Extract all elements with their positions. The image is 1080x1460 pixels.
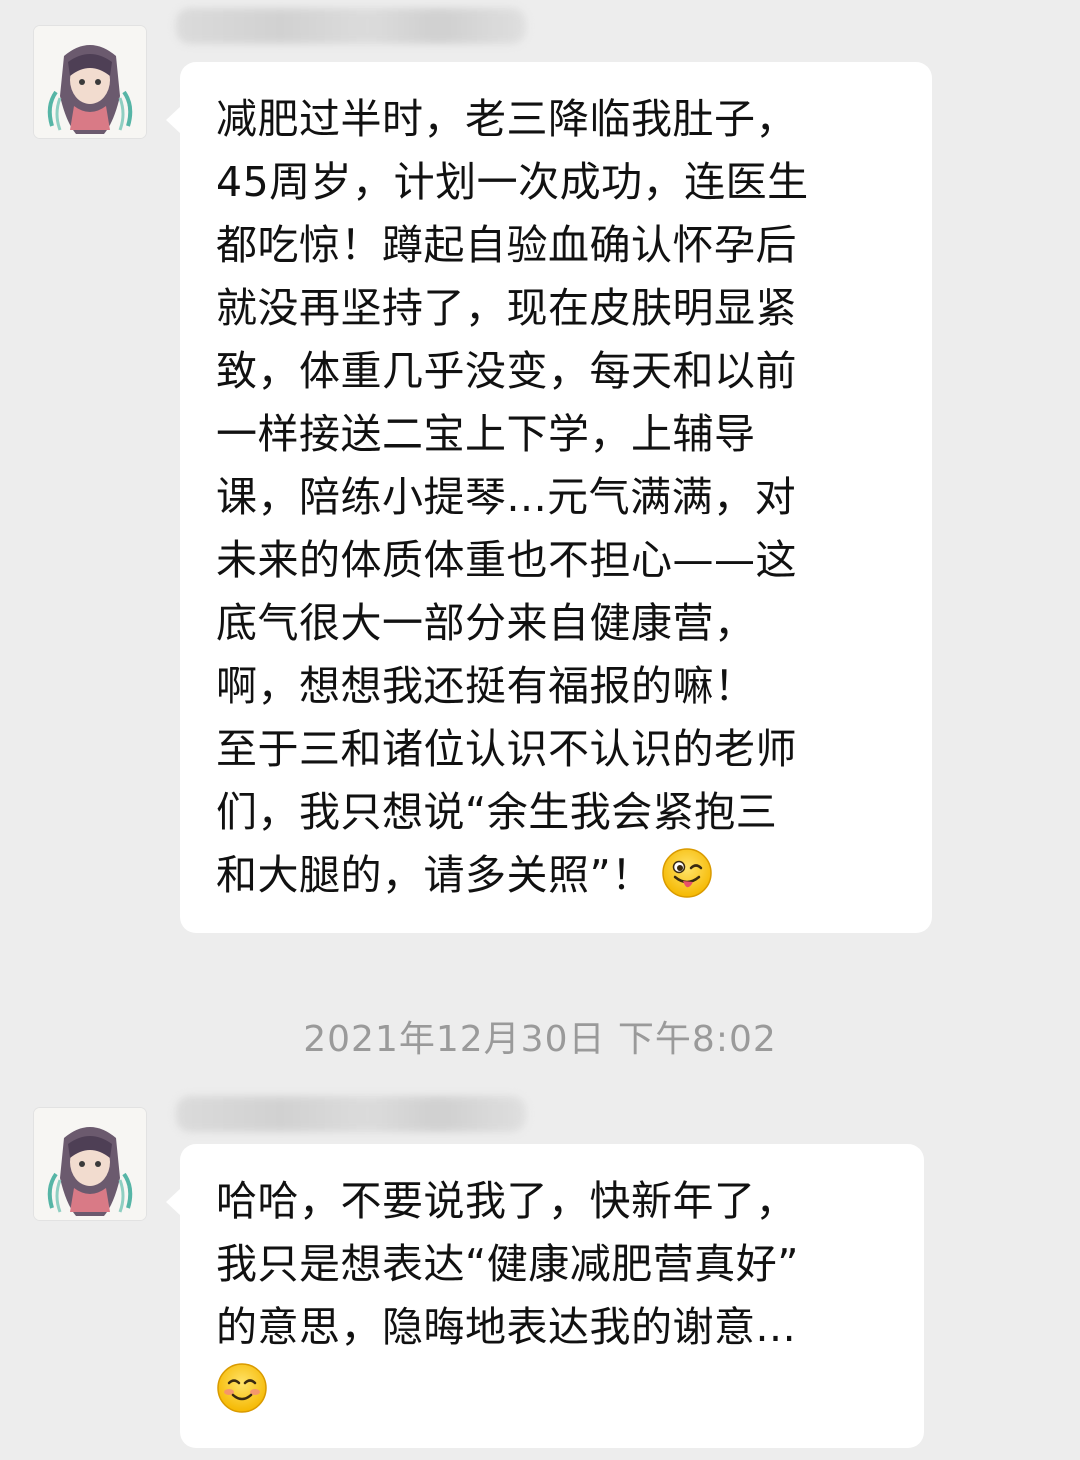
sender-avatar[interactable] (34, 26, 146, 138)
avatar-anime-girl-icon (34, 26, 146, 138)
message-bubble[interactable]: 哈哈，不要说我了，快新年了， 我只是想表达“健康减肥营真好” 的意思，隐晦地表达… (166, 1144, 924, 1448)
sender-name-blurred (176, 1096, 526, 1132)
avatar-anime-girl-icon (34, 1108, 146, 1220)
smile-blush-emoji-icon (217, 1363, 267, 1413)
sender-avatar[interactable] (34, 1108, 146, 1220)
message-text: 哈哈，不要说我了，快新年了， 我只是想表达“健康减肥营真好” 的意思，隐晦地表达… (216, 1170, 888, 1422)
message-text: 减肥过半时，老三降临我肚子， 45周岁，计划一次成功，连医生 都吃惊！蹲起自验血… (216, 95, 809, 899)
chat-timestamp: 2021年12月30日 下午8:02 (303, 1019, 777, 1060)
sender-name-blurred (176, 8, 526, 44)
message-bubble[interactable]: 减肥过半时，老三降临我肚子， 45周岁，计划一次成功，连医生 都吃惊！蹲起自验血… (166, 62, 932, 933)
wink-tongue-emoji-icon (662, 848, 712, 898)
